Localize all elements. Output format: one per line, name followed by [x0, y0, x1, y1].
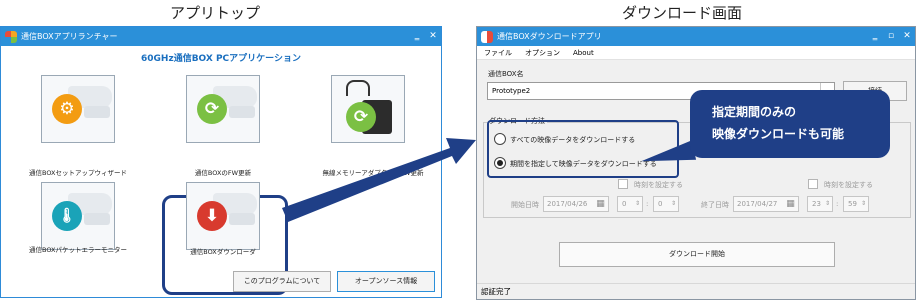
spin-icon: ⇕ — [634, 200, 640, 207]
end-time-checkbox-label: 時刻を設定する — [824, 181, 873, 189]
start-minute-select[interactable]: 0 ⇕ — [653, 196, 679, 212]
gear-icon: ⚙ — [52, 94, 82, 124]
arrow-shape — [282, 138, 476, 222]
start-date-value: 2017/04/26 — [547, 200, 588, 208]
menu-about[interactable]: About — [573, 49, 594, 57]
spin-icon: ⇕ — [670, 200, 676, 207]
spin-icon: ⇕ — [860, 200, 866, 207]
time-separator: : — [836, 200, 839, 208]
tile-label-setup: 通信BOXセットアップウィザード — [29, 169, 127, 177]
start-minute-value: 0 — [658, 200, 663, 208]
end-datetime-label: 終了日時 — [701, 201, 729, 209]
status-bar: 認証完了 — [477, 283, 915, 299]
start-time-checkbox[interactable] — [618, 179, 628, 189]
download-title: 通信BOXダウンロードアプリ — [497, 32, 602, 41]
end-minute-select[interactable]: 59 ⇕ — [843, 196, 869, 212]
oss-info-button[interactable]: オープンソース情報 — [337, 271, 435, 292]
tile-downloader[interactable]: ⬇ — [186, 182, 260, 250]
camera-mount — [229, 213, 255, 225]
menu-file[interactable]: ファイル — [484, 48, 512, 58]
start-datetime-label: 開始日時 — [511, 201, 539, 209]
camera-mount — [84, 213, 110, 225]
app-logo-icon — [5, 30, 17, 43]
about-button[interactable]: このプログラムについて — [233, 271, 331, 292]
download-icon: ⬇ — [197, 201, 227, 231]
flow-arrow — [282, 138, 476, 222]
start-hour-value: 0 — [622, 200, 627, 208]
thermometer-icon: 🌡 — [52, 201, 82, 231]
box-name-label: 通信BOX名 — [488, 70, 524, 78]
spin-icon: ⇕ — [824, 200, 830, 207]
app-logo-icon — [481, 30, 493, 43]
tile-label-box-fw: 通信BOXのFW更新 — [194, 169, 252, 177]
refresh-icon: ⟳ — [197, 94, 227, 124]
left-section-title: アプリトップ — [170, 4, 261, 22]
camera-mount — [229, 106, 255, 118]
callout-box: 指定期間のみの 映像ダウンロードも可能 — [690, 90, 890, 158]
right-section-title: ダウンロード画面 — [622, 4, 743, 22]
callout-line-1: 指定期間のみの — [712, 105, 797, 119]
start-time-checkbox-label: 時刻を設定する — [634, 181, 683, 189]
maximize-button[interactable]: ▫ — [883, 27, 899, 46]
launcher-heading: 60GHz通信BOX PCアプリケーション — [141, 54, 301, 64]
menu-options[interactable]: オプション — [525, 48, 560, 58]
close-button[interactable]: ✕ — [425, 27, 441, 46]
start-hour-select[interactable]: 0 ⇕ — [617, 196, 643, 212]
end-date-value: 2017/04/27 — [737, 200, 778, 208]
minimize-button[interactable]: ‗ — [409, 27, 425, 46]
tile-label-downloader: 通信BOXダウンローダ — [190, 248, 256, 256]
box-name-value: Prototype2 — [492, 87, 531, 95]
tile-setup-wizard[interactable]: ⚙ — [41, 75, 115, 143]
tile-box-fw-update[interactable]: ⟳ — [186, 75, 260, 143]
tile-packet-error-monitor[interactable]: 🌡 — [41, 182, 115, 250]
end-hour-select[interactable]: 23 ⇕ — [807, 196, 833, 212]
launcher-titlebar: 通信BOXアプリランチャー ‗ ✕ — [1, 27, 441, 46]
calendar-icon[interactable]: ▦ — [594, 198, 607, 210]
camera-mount — [84, 106, 110, 118]
download-titlebar: 通信BOXダウンロードアプリ ‗ ▫ ✕ — [477, 27, 915, 46]
calendar-icon[interactable]: ▦ — [784, 198, 797, 210]
end-minute-value: 59 — [848, 200, 857, 208]
download-start-button[interactable]: ダウンロード開始 — [559, 242, 835, 267]
callout-line-2: 映像ダウンロードも可能 — [712, 127, 845, 141]
launcher-title: 通信BOXアプリランチャー — [21, 32, 118, 41]
time-separator: : — [646, 200, 649, 208]
menu-bar: ファイル オプション About — [477, 46, 915, 60]
end-hour-value: 23 — [812, 200, 821, 208]
tile-label-monitor: 通信BOXパケットエラーモニター — [29, 246, 127, 254]
close-button[interactable]: ✕ — [899, 27, 915, 46]
minimize-button[interactable]: ‗ — [867, 27, 883, 46]
end-time-checkbox[interactable] — [808, 179, 818, 189]
cable-graphic — [346, 80, 370, 96]
status-text: 認証完了 — [481, 287, 511, 296]
